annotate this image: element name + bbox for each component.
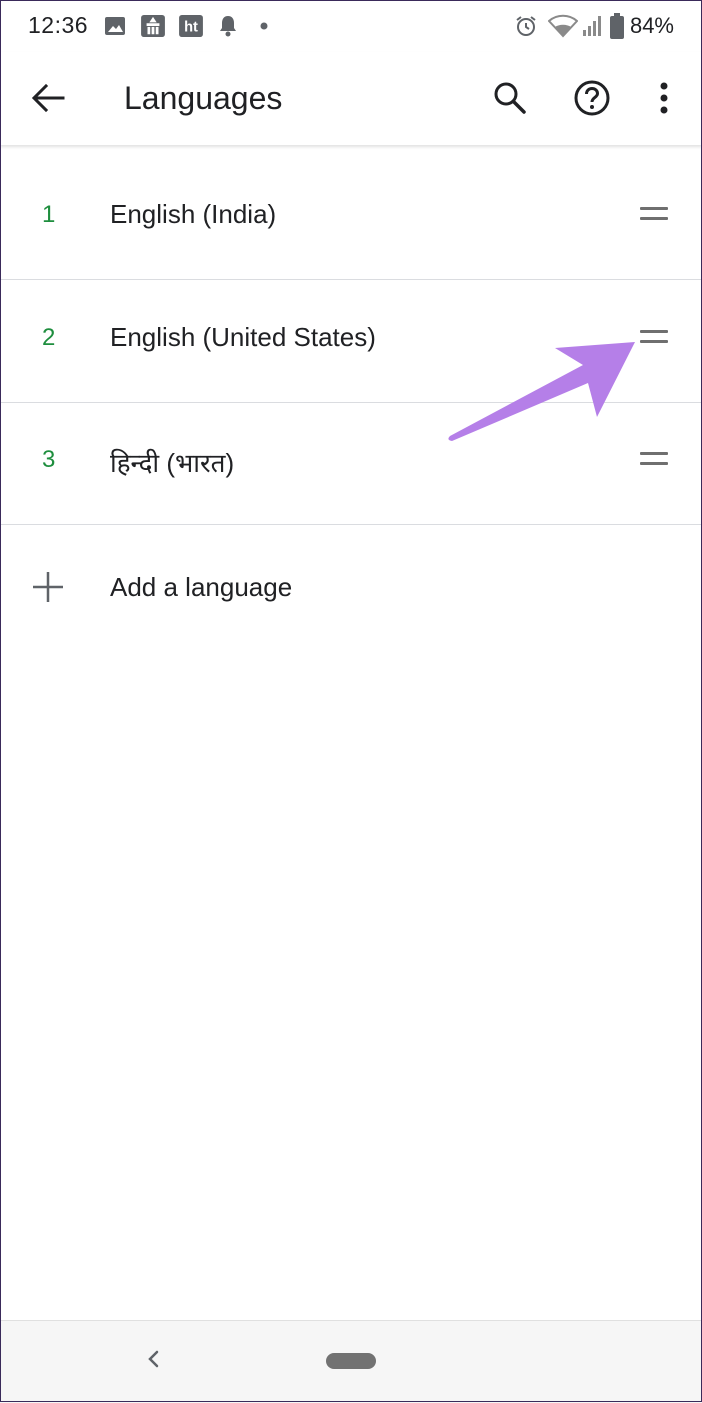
cellular-icon (582, 16, 601, 36)
drag-handle-icon[interactable] (640, 452, 668, 466)
back-button[interactable] (24, 74, 72, 122)
help-icon (574, 80, 610, 116)
battery-icon (609, 13, 624, 39)
help-button[interactable] (568, 74, 616, 122)
add-language-button[interactable]: Add a language (0, 525, 702, 649)
back-arrow-icon (31, 83, 65, 113)
ht-app-icon: ht (179, 15, 203, 37)
wifi-icon (547, 14, 578, 38)
more-options-button[interactable] (640, 74, 688, 122)
add-language-label: Add a language (110, 572, 293, 602)
status-bar: 12:36 ht 84% (0, 0, 702, 52)
status-time: 12:36 (28, 12, 89, 38)
battery-percent: 84% (629, 13, 674, 38)
search-button[interactable] (486, 74, 534, 122)
language-number: 3 (42, 446, 56, 473)
more-vert-icon (660, 82, 668, 114)
language-name: हिन्दी (भारत) (110, 448, 235, 478)
language-name: English (United States) (110, 322, 376, 352)
page-title: Languages (124, 80, 283, 116)
plus-icon (33, 572, 63, 602)
alarm-icon (516, 16, 536, 36)
language-number: 1 (42, 201, 56, 228)
ht-app-label: ht (184, 20, 198, 36)
search-icon (494, 82, 526, 114)
annotation-arrow-icon (448, 342, 635, 441)
drag-handle-icon[interactable] (640, 207, 668, 221)
image-icon (105, 17, 125, 35)
nav-back-icon[interactable] (140, 1345, 168, 1373)
language-row[interactable]: 1 English (India) (0, 157, 702, 280)
status-system-icons: 84% (514, 12, 674, 40)
system-nav-bar (0, 1320, 702, 1403)
dot-icon (260, 22, 268, 30)
nav-home-pill[interactable] (326, 1353, 376, 1369)
app-bar: Languages (0, 52, 702, 145)
bell-icon (220, 16, 236, 37)
temple-app-icon (141, 15, 165, 37)
language-name: English (India) (110, 199, 277, 229)
drag-handle-icon[interactable] (640, 330, 668, 344)
language-number: 2 (42, 324, 56, 351)
